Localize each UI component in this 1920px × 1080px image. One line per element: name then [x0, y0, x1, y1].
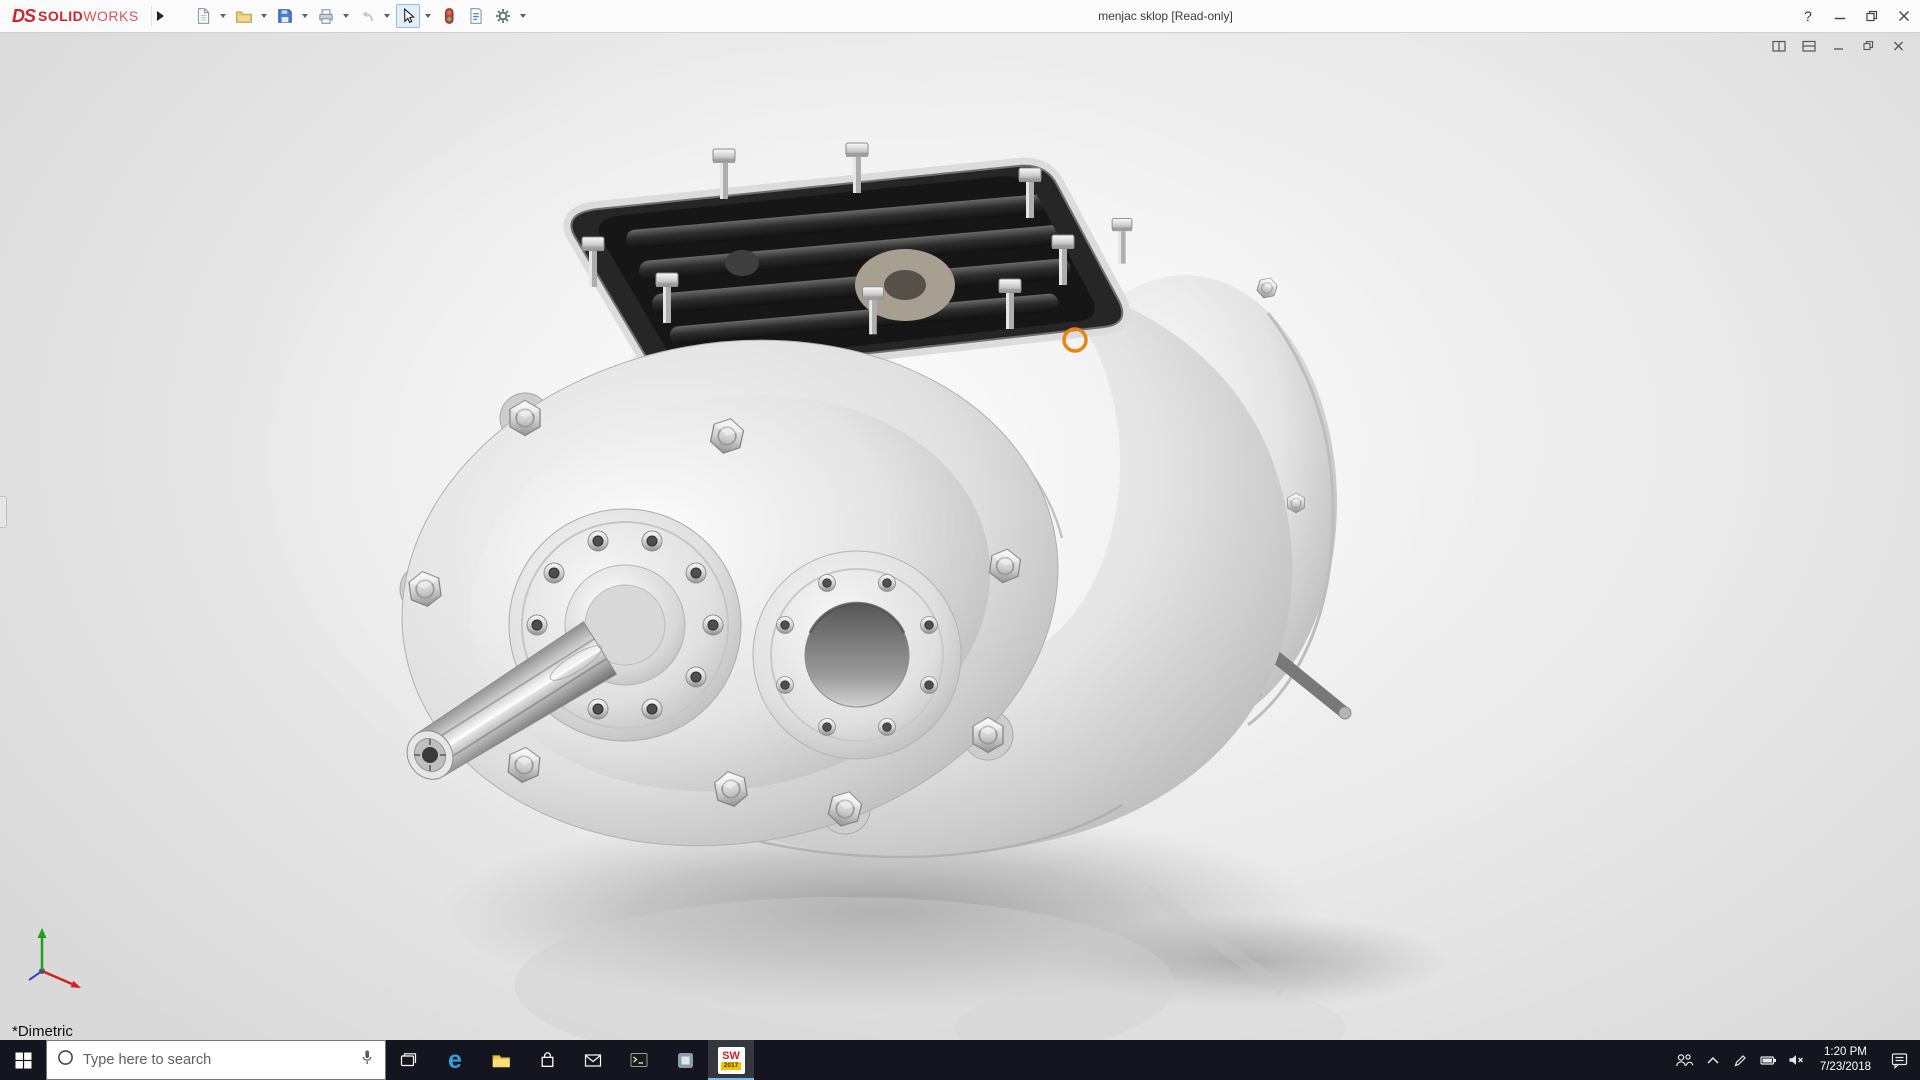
- cortana-icon: [57, 1049, 74, 1071]
- doc-minimize-icon[interactable]: [1830, 38, 1848, 54]
- save-dropdown[interactable]: [300, 4, 311, 28]
- undo-icon: [355, 4, 379, 28]
- undo-dropdown[interactable]: [382, 4, 393, 28]
- new-dropdown[interactable]: [218, 4, 229, 28]
- mail-icon[interactable]: [570, 1040, 616, 1080]
- options-gear-icon[interactable]: [491, 4, 515, 28]
- task-view-button[interactable]: [386, 1040, 432, 1080]
- search-input[interactable]: [83, 1052, 350, 1068]
- close-button[interactable]: [1888, 0, 1920, 32]
- taskbar-empty-space: [754, 1040, 1671, 1080]
- split-pane-icon[interactable]: [1800, 38, 1818, 54]
- people-icon[interactable]: [1671, 1040, 1699, 1080]
- save-icon[interactable]: [273, 4, 297, 28]
- new-document-icon[interactable]: [191, 4, 215, 28]
- taskbar-search-box[interactable]: [46, 1040, 386, 1080]
- pinned-app-icon[interactable]: [662, 1040, 708, 1080]
- doc-close-icon[interactable]: [1890, 38, 1908, 54]
- print-dropdown[interactable]: [341, 4, 352, 28]
- menu-flyout-arrow[interactable]: [150, 6, 169, 26]
- microphone-icon[interactable]: [359, 1049, 375, 1071]
- system-tray: 1:20 PM 7/23/2018: [1671, 1040, 1920, 1080]
- volume-muted-icon[interactable]: [1783, 1040, 1811, 1080]
- edge-icon[interactable]: e: [432, 1040, 478, 1080]
- document-window-controls: [1770, 38, 1908, 54]
- select-dropdown[interactable]: [423, 4, 434, 28]
- titlebar: DS SOLID WORKS menjac sklop [Read-only] …: [0, 0, 1920, 33]
- restore-button[interactable]: [1856, 0, 1888, 32]
- doc-restore-icon[interactable]: [1860, 38, 1878, 54]
- orientation-triad: [28, 928, 81, 988]
- open-icon[interactable]: [232, 4, 256, 28]
- terminal-icon[interactable]: [616, 1040, 662, 1080]
- taskbar: e SW 2017: [0, 1040, 1920, 1080]
- options-dropdown[interactable]: [518, 4, 529, 28]
- battery-icon[interactable]: [1755, 1040, 1783, 1080]
- brand-name-light: WORKS: [83, 8, 139, 24]
- store-icon[interactable]: [524, 1040, 570, 1080]
- quick-access-toolbar: [191, 4, 529, 28]
- action-center-icon[interactable]: [1880, 1040, 1920, 1080]
- file-explorer-icon[interactable]: [478, 1040, 524, 1080]
- minimize-button[interactable]: [1824, 0, 1856, 32]
- pen-icon[interactable]: [1727, 1040, 1755, 1080]
- help-button[interactable]: ?: [1792, 0, 1824, 32]
- hidden-icons-chevron[interactable]: [1699, 1040, 1727, 1080]
- select-tool-icon[interactable]: [395, 4, 420, 28]
- clock-time: 1:20 PM: [1824, 1046, 1867, 1059]
- rebuild-icon[interactable]: [437, 4, 461, 28]
- window-controls: ?: [1792, 0, 1920, 32]
- restore-pane-icon[interactable]: [1770, 38, 1788, 54]
- view-orientation-label: *Dimetric: [12, 1023, 73, 1040]
- ds-logo-glyph: DS: [12, 5, 36, 26]
- taskbar-clock[interactable]: 1:20 PM 7/23/2018: [1811, 1045, 1880, 1075]
- solidworks-taskbar-icon[interactable]: SW 2017: [708, 1040, 754, 1080]
- graphics-area[interactable]: *Dimetric: [0, 33, 1920, 1040]
- clock-date: 7/23/2018: [1819, 1061, 1871, 1073]
- solidworks-logo: DS SOLID WORKS: [0, 6, 145, 27]
- brand-name-bold: SOLID: [38, 8, 84, 24]
- print-icon[interactable]: [314, 4, 338, 28]
- 3d-viewport-canvas[interactable]: [0, 33, 1920, 1040]
- solidworks-badge: SW 2017: [717, 1046, 745, 1074]
- start-button[interactable]: [0, 1040, 46, 1080]
- open-dropdown[interactable]: [259, 4, 270, 28]
- document-title: menjac sklop [Read-only]: [1098, 9, 1233, 23]
- windows-logo-icon: [15, 1052, 31, 1068]
- panel-splitter-handle[interactable]: [0, 496, 7, 529]
- file-properties-icon[interactable]: [464, 4, 488, 28]
